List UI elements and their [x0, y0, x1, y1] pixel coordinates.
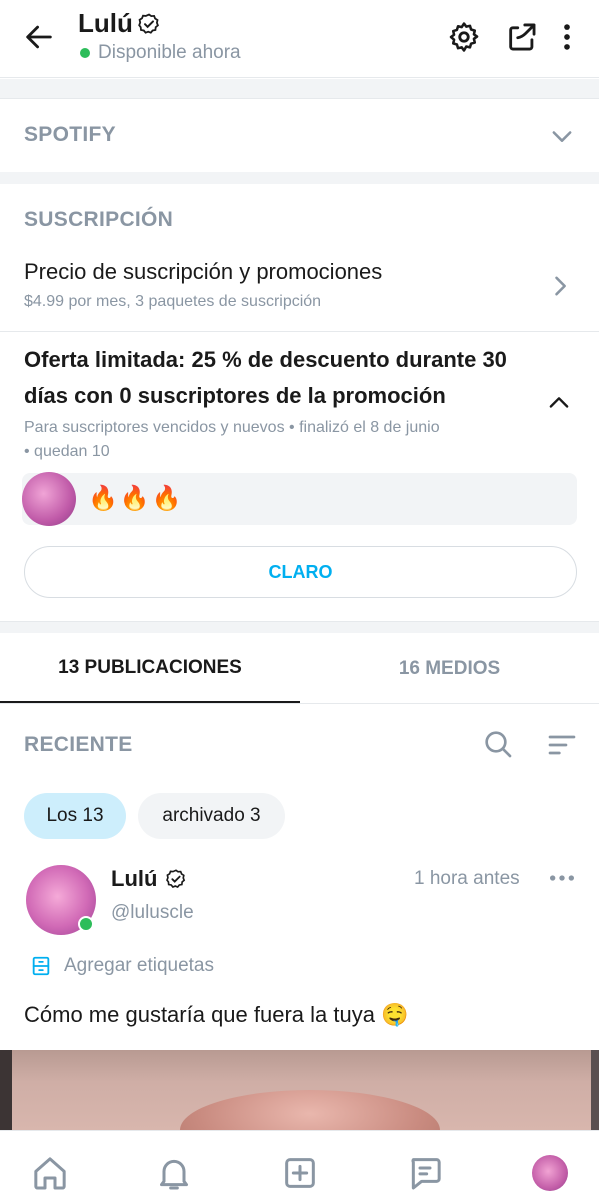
add-post-icon[interactable]: [280, 1153, 320, 1193]
post-author-name: Lulú: [111, 866, 158, 891]
back-arrow-icon[interactable]: [22, 20, 56, 54]
sort-label: RECIENTE: [24, 733, 133, 756]
section-gap: [0, 79, 599, 99]
availability-status: Disponible ahora: [80, 42, 241, 64]
post-handle[interactable]: @luluscle: [111, 902, 194, 924]
online-dot: [80, 48, 90, 58]
price-title: Precio de suscripción y promociones: [24, 259, 383, 284]
tab-media[interactable]: 16 MEDIOS: [300, 634, 599, 704]
sort-icon[interactable]: [546, 729, 578, 761]
messages-icon[interactable]: [405, 1153, 445, 1193]
offer-title: Oferta limitada: 25 % de descuento duran…: [24, 347, 507, 408]
bottom-navigation: [0, 1130, 599, 1200]
profile-name: Lulú: [78, 8, 133, 38]
verified-icon: [138, 12, 159, 34]
more-vertical-icon[interactable]: [550, 20, 584, 54]
chevron-up-icon[interactable]: [545, 389, 573, 417]
post-time: 1 hora antes: [414, 868, 520, 889]
home-icon[interactable]: [30, 1153, 70, 1193]
bell-icon[interactable]: [154, 1153, 194, 1193]
add-tags-label: Agregar etiquetas: [64, 955, 214, 976]
tag-icon: [32, 956, 50, 976]
profile-avatar[interactable]: [532, 1155, 568, 1191]
clear-button[interactable]: CLARO: [24, 546, 577, 598]
divider: [0, 331, 599, 332]
post-image[interactable]: [0, 1050, 599, 1130]
section-gap: [0, 621, 599, 633]
avatar: [22, 472, 76, 526]
profile-title: Lulú: [78, 8, 161, 39]
divider: [0, 703, 599, 704]
gear-icon[interactable]: [447, 20, 481, 54]
search-icon[interactable]: [482, 728, 514, 760]
profile-header: Lulú Disponible ahora: [0, 0, 599, 78]
chip-all[interactable]: Los 13: [24, 793, 126, 839]
tab-posts[interactable]: 13 PUBLICACIONES: [0, 634, 300, 704]
post-text: Cómo me gustaría que fuera la tuya 🤤: [24, 1002, 409, 1027]
promo-message-box: 🔥🔥🔥: [22, 472, 577, 526]
add-tags-button[interactable]: Agregar etiquetas: [30, 955, 214, 977]
section-gap: [0, 172, 599, 184]
divider: [0, 98, 599, 99]
chevron-down-icon[interactable]: [548, 122, 576, 150]
divider: [0, 621, 599, 622]
more-horizontal-icon[interactable]: [548, 866, 576, 890]
share-icon[interactable]: [505, 20, 539, 54]
offer-meta: Para suscriptores vencidos y nuevos • fi…: [24, 419, 440, 460]
verified-icon: [166, 869, 186, 888]
promo-message: 🔥🔥🔥: [88, 485, 184, 512]
chevron-right-icon[interactable]: [546, 272, 574, 300]
online-indicator: [78, 916, 94, 932]
status-text: Disponible ahora: [98, 42, 241, 63]
subscription-title: SUSCRIPCIÓN: [24, 208, 174, 231]
price-subtitle: $4.99 por mes, 3 paquetes de suscripción: [24, 293, 322, 310]
spotify-title: SPOTIFY: [24, 123, 116, 146]
chip-archived[interactable]: archivado 3: [138, 793, 285, 839]
post-author[interactable]: Lulú: [111, 866, 187, 892]
